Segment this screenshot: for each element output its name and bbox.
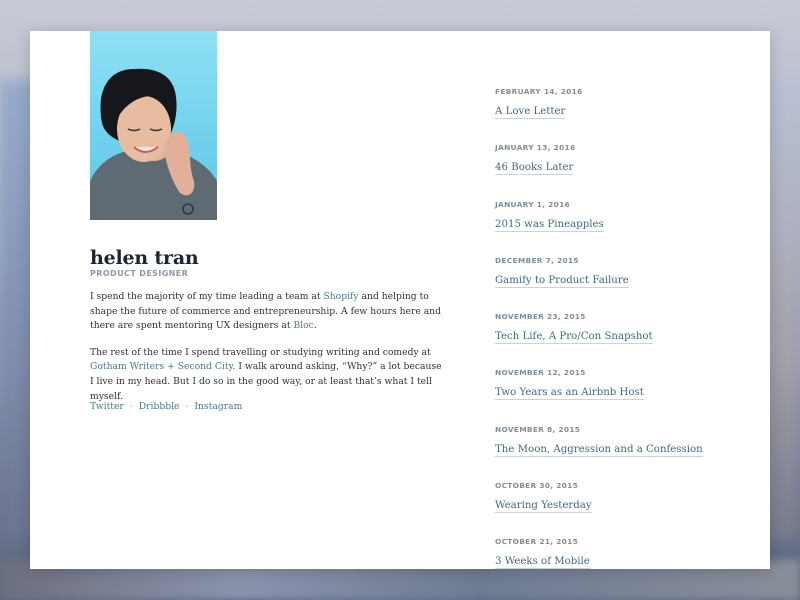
post-title-link[interactable]: A Love Letter — [495, 106, 566, 119]
profile-role: PRODUCT DESIGNER — [90, 269, 189, 278]
post-list: FEBRUARY 14, 2016 A Love Letter JANUARY … — [495, 87, 755, 569]
bio-text: . — [313, 320, 317, 332]
instagram-link[interactable]: Instagram — [194, 401, 242, 412]
page-card: helen tran PRODUCT DESIGNER I spend the … — [30, 31, 770, 569]
post-title-link[interactable]: Gamify to Product Failure — [495, 274, 629, 288]
post-date: JANUARY 13, 2016 — [495, 143, 576, 153]
list-item: JANUARY 13, 2016 46 Books Later — [495, 143, 755, 199]
list-item: OCTOBER 30, 2015 Wearing Yesterday — [495, 481, 755, 537]
list-item: NOVEMBER 12, 2015 Two Years as an Airbnb… — [495, 368, 755, 424]
post-title-link[interactable]: 3 Weeks of Mobile — [495, 556, 590, 569]
separator-dot: · — [129, 401, 133, 412]
bio-text: I spend the majority of my time leading … — [90, 291, 324, 302]
social-links: Twitter · Dribbble · Instagram — [90, 401, 242, 412]
post-title-link[interactable]: Wearing Yesterday — [495, 500, 592, 514]
list-item: FEBRUARY 14, 2016 A Love Letter — [495, 87, 755, 143]
shopify-link[interactable]: Shopify — [323, 291, 358, 302]
list-item: NOVEMBER 23, 2015 Tech Life, A Pro/Con S… — [495, 312, 755, 368]
profile-name: helen tran — [90, 247, 199, 269]
list-item: NOVEMBER 8, 2015 The Moon, Aggression an… — [495, 425, 755, 481]
twitter-link[interactable]: Twitter — [90, 401, 124, 412]
post-date: NOVEMBER 8, 2015 — [495, 424, 581, 434]
separator-dot: · — [185, 401, 189, 412]
list-item: JANUARY 1, 2016 2015 was Pineapples — [495, 200, 755, 256]
list-item: DECEMBER 7, 2015 Gamify to Product Failu… — [495, 256, 755, 312]
bio-paragraph-2: The rest of the time I spend travelling … — [90, 346, 442, 404]
profile-photo — [90, 31, 217, 220]
post-date: FEBRUARY 14, 2016 — [495, 87, 583, 96]
post-title-link[interactable]: Tech Life, A Pro/Con Snapshot — [495, 331, 653, 345]
list-item: OCTOBER 21, 2015 3 Weeks of Mobile — [495, 537, 755, 569]
gotham-writers-link[interactable]: Gotham Writers + Second City — [90, 361, 232, 372]
post-title-link[interactable]: 46 Books Later — [495, 162, 574, 176]
bio-paragraph-1: I spend the majority of my time leading … — [90, 290, 442, 334]
post-title-link[interactable]: The Moon, Aggression and a Confession — [495, 443, 703, 457]
portrait-illustration — [90, 68, 217, 220]
dribbble-link[interactable]: Dribbble — [139, 401, 180, 412]
bio-text: The rest of the time I spend travelling … — [90, 346, 431, 358]
post-date: JANUARY 1, 2016 — [495, 199, 570, 209]
bloc-link[interactable]: Bloc — [293, 320, 313, 331]
profile-bio: I spend the majority of my time leading … — [90, 290, 442, 416]
post-date: DECEMBER 7, 2015 — [495, 255, 579, 265]
post-date: NOVEMBER 23, 2015 — [495, 312, 586, 322]
post-date: OCTOBER 21, 2015 — [495, 537, 579, 547]
post-date: NOVEMBER 12, 2015 — [495, 368, 586, 378]
post-title-link[interactable]: Two Years as an Airbnb Host — [495, 387, 644, 401]
post-title-link[interactable]: 2015 was Pineapples — [495, 218, 604, 232]
post-date: OCTOBER 30, 2015 — [495, 481, 579, 491]
